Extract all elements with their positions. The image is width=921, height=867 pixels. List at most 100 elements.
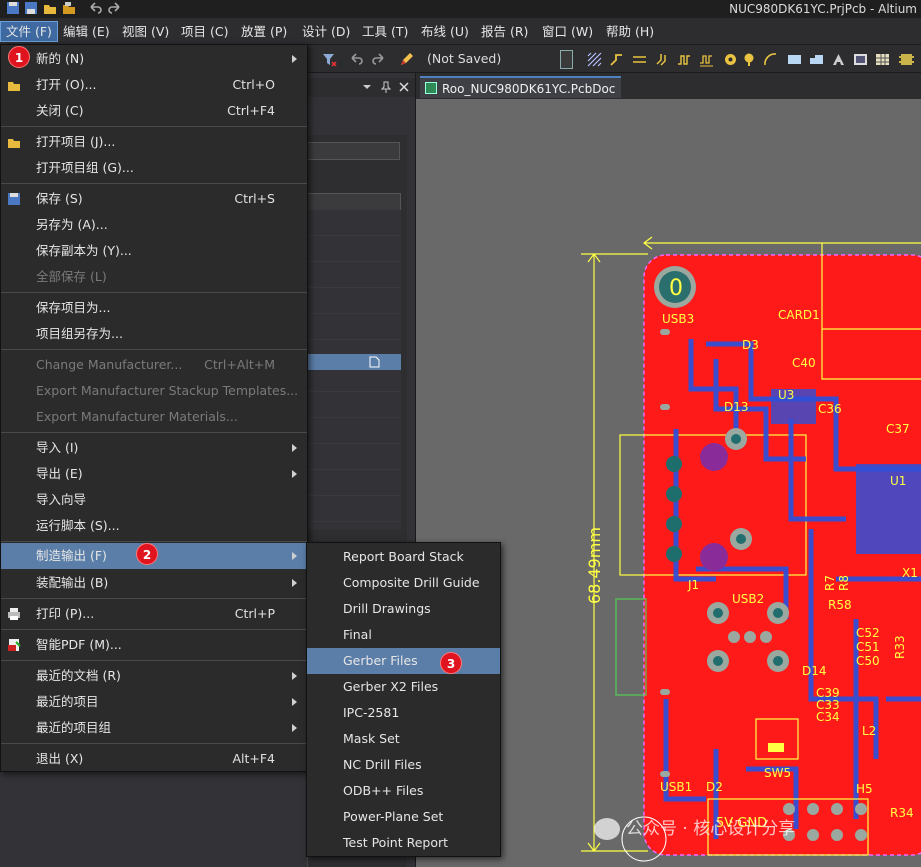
menu-tools[interactable]: 工具 (T) (357, 22, 413, 41)
menu-item-export[interactable]: 导出 (E) (1, 461, 307, 487)
menu-item-exit-label: 退出 (X) (36, 751, 84, 766)
menu-item-save-copy-as[interactable]: 保存副本为 (Y)... (1, 238, 307, 264)
panel-close-icon[interactable] (399, 82, 409, 92)
menu-item-open-project-group[interactable]: 打开项目组 (G)... (1, 155, 307, 181)
save-all-icon[interactable] (24, 1, 38, 15)
menu-item-exit[interactable]: 退出 (X) Alt+F4 (1, 746, 307, 772)
arc-icon[interactable] (763, 52, 778, 67)
label-d14: D14 (802, 664, 827, 678)
submenu-item-label: ODB++ Files (343, 783, 424, 798)
menu-reports[interactable]: 报告 (R) (476, 22, 533, 41)
open-icon[interactable] (43, 1, 57, 15)
submenu-arrow-icon (292, 579, 297, 587)
j1-outline (615, 598, 647, 696)
menu-item-new[interactable]: 新的 (N) (1, 46, 307, 72)
submenu-item-drill-drawings[interactable]: Drill Drawings (307, 596, 500, 622)
undo-icon[interactable] (88, 1, 102, 15)
shortcut-save: Ctrl+S (234, 191, 275, 206)
menu-item-recent-projects[interactable]: 最近的项目 (1, 689, 307, 715)
menu-item-open-project[interactable]: 打开项目 (J)... (1, 129, 307, 155)
image-icon[interactable] (853, 52, 868, 67)
menu-item-save-project-group-as-label: 项目组另存为... (36, 326, 123, 341)
component-icon[interactable] (899, 52, 914, 67)
menu-item-save-as[interactable]: 另存为 (A)... (1, 212, 307, 238)
tune-pair-icon[interactable] (699, 52, 714, 67)
submenu-arrow-icon (292, 55, 297, 63)
menu-item-run-script[interactable]: 运行脚本 (S)... (1, 513, 307, 539)
save-icon[interactable] (6, 1, 20, 15)
multi-route-icon[interactable] (655, 52, 670, 67)
submenu-item-mask-set[interactable]: Mask Set (307, 726, 500, 752)
submenu-item-power-plane-set[interactable]: Power-Plane Set (307, 804, 500, 830)
menu-item-close-label: 关闭 (C) (36, 103, 84, 118)
open-project-icon[interactable] (62, 1, 76, 15)
dimension-line-top (643, 236, 921, 250)
filter-icon[interactable] (322, 52, 337, 67)
pin-icon[interactable] (381, 81, 391, 93)
menu-separator (1, 183, 307, 184)
panel-selected-row[interactable] (307, 354, 401, 370)
submenu-item-ipc-2581[interactable]: IPC-2581 (307, 700, 500, 726)
panel-search-field[interactable] (307, 142, 400, 160)
pad-icon[interactable] (743, 52, 758, 67)
text-icon[interactable] (831, 52, 846, 67)
submenu-item-nc-drill-files[interactable]: NC Drill Files (307, 752, 500, 778)
menu-view[interactable]: 视图 (V) (117, 22, 174, 41)
submenu-item-gerber-x2-files[interactable]: Gerber X2 Files (307, 674, 500, 700)
step-badge-1: 1 (8, 46, 30, 68)
submenu-item-report-board-stack[interactable]: Report Board Stack (307, 544, 500, 570)
menu-item-assembly-outputs[interactable]: 装配输出 (B) (1, 570, 307, 596)
menu-item-export-label: 导出 (E) (36, 466, 83, 481)
region-icon[interactable] (809, 52, 824, 67)
menu-separator (1, 349, 307, 350)
menu-window[interactable]: 窗口 (W) (537, 22, 598, 41)
menu-item-import-wizard[interactable]: 导入向导 (1, 487, 307, 513)
submenu-item-test-point-report[interactable]: Test Point Report (307, 830, 500, 856)
menu-item-recent-project-groups[interactable]: 最近的项目组 (1, 715, 307, 741)
panel-filter-field[interactable] (307, 193, 401, 211)
submenu-item-composite-drill-guide[interactable]: Composite Drill Guide (307, 570, 500, 596)
undo-tool-icon[interactable] (349, 52, 364, 67)
folder-project-icon (8, 139, 20, 148)
shortcut-change-manufacturer: Ctrl+Alt+M (204, 357, 275, 372)
via-icon[interactable] (723, 52, 738, 67)
menu-item-close[interactable]: 关闭 (C) Ctrl+F4 (1, 98, 307, 124)
panel-menu-icon[interactable] (362, 82, 372, 92)
interactive-route-icon[interactable] (609, 52, 624, 67)
menu-item-save-project-as[interactable]: 保存项目为... (1, 295, 307, 321)
menu-item-print[interactable]: 打印 (P)... Ctrl+P (1, 601, 307, 627)
menu-item-open[interactable]: 打开 (O)... Ctrl+O (1, 72, 307, 98)
menu-project[interactable]: 项目 (C) (176, 22, 233, 41)
menu-item-smart-pdf-label: 智能PDF (M)... (36, 637, 122, 652)
label-c36: C36 (818, 402, 842, 416)
menu-item-smart-pdf[interactable]: 智能PDF (M)... (1, 632, 307, 658)
menu-file[interactable]: 文件 (F) (0, 21, 58, 42)
pcb-board[interactable] (644, 255, 921, 855)
menu-item-save[interactable]: 保存 (S) Ctrl+S (1, 186, 307, 212)
variant-status: (Not Saved) (427, 51, 502, 66)
menu-edit[interactable]: 编辑 (E) (58, 22, 115, 41)
document-tab[interactable]: Roo_NUC980DK61YC.PcbDoc (420, 76, 622, 98)
menu-item-recent-docs[interactable]: 最近的文档 (R) (1, 663, 307, 689)
menu-bar: 文件 (F) 编辑 (E) 视图 (V) 项目 (C) 放置 (P) 设计 (D… (0, 18, 921, 45)
menu-design[interactable]: 设计 (D) (297, 22, 355, 41)
variant-dropdown[interactable] (560, 50, 573, 69)
menu-route[interactable]: 布线 (U) (416, 22, 474, 41)
submenu-item-gerber-files[interactable]: Gerber Files (307, 648, 500, 674)
fill-icon[interactable] (787, 52, 802, 67)
redo-tool-icon[interactable] (371, 52, 386, 67)
menu-help[interactable]: 帮助 (H) (601, 22, 659, 41)
redo-icon[interactable] (108, 1, 122, 15)
menu-item-import[interactable]: 导入 (I) (1, 435, 307, 461)
menu-place[interactable]: 放置 (P) (236, 22, 292, 41)
table-icon[interactable] (875, 52, 890, 67)
menu-item-fabrication-outputs-label: 制造输出 (F) (36, 548, 107, 563)
diff-pair-icon[interactable] (632, 52, 647, 67)
hatch-icon[interactable] (587, 52, 602, 67)
pen-icon[interactable] (399, 52, 414, 67)
submenu-item-final[interactable]: Final (307, 622, 500, 648)
submenu-item-odb-files[interactable]: ODB++ Files (307, 778, 500, 804)
label-u1: U1 (890, 474, 906, 488)
menu-item-save-project-group-as[interactable]: 项目组另存为... (1, 321, 307, 347)
tune-icon[interactable] (677, 52, 692, 67)
